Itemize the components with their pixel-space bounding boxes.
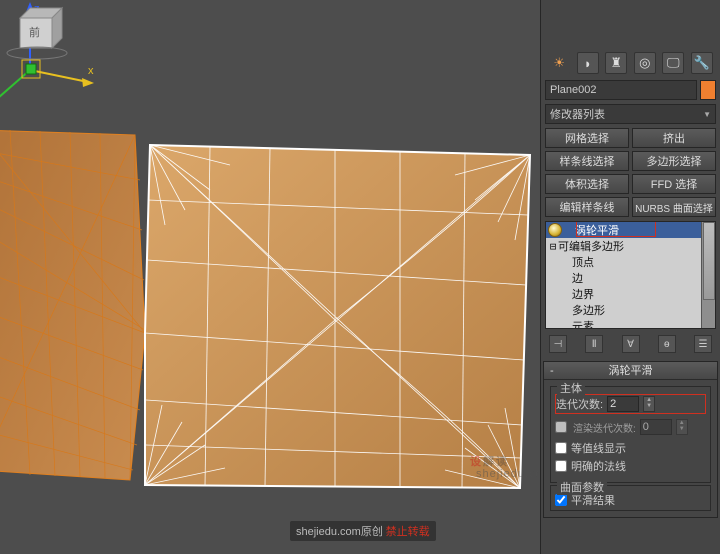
row-render-iterations: 渲染迭代次数: ▲▼ (555, 417, 706, 437)
stack-label: 可编辑多边形 (558, 238, 624, 254)
viewport[interactable]: z x y 前 设解读 shejiedu.com shejiedu.com原创 … (0, 0, 540, 554)
row-iterations: 迭代次数: ▲▼ (555, 394, 706, 414)
stack-item-editable-poly[interactable]: ⊟ 可编辑多边形 (546, 238, 715, 254)
iterations-label: 迭代次数: (556, 396, 603, 412)
command-panel: ☀ ◗ ♜ ◎ 🖵 🔧 修改器列表 网格选择 挤出 样条线选择 多边形选择 体积… (540, 0, 720, 554)
iterations-input[interactable] (607, 396, 639, 412)
panel-category-tabs: ☀ ◗ ♜ ◎ 🖵 🔧 (541, 48, 720, 78)
render-iter-spinner[interactable]: ▲▼ (676, 419, 688, 435)
configure-sets-icon[interactable]: ☰ (694, 335, 712, 353)
iterations-spinner[interactable]: ▲▼ (643, 396, 655, 412)
stack-sub-vertex[interactable]: 顶点 (546, 254, 715, 270)
stack-sub-polygon[interactable]: 多边形 (546, 302, 715, 318)
stack-toolbar: ⊣ Ⅱ ∀ ɵ ☰ (541, 331, 720, 357)
watermark-footer: shejiedu.com原创 禁止转载 (290, 521, 436, 541)
isoline-checkbox[interactable] (555, 442, 567, 454)
modifier-stack[interactable]: 涡轮平滑 ⊟ 可编辑多边形 顶点 边 边界 多边形 元素 (545, 221, 716, 329)
sun-icon[interactable]: ☀ (548, 52, 570, 74)
render-iter-checkbox[interactable] (555, 421, 567, 433)
btn-ffd-select[interactable]: FFD 选择 (632, 174, 716, 194)
stack-scrollbar[interactable] (701, 222, 715, 328)
btn-extrude[interactable]: 挤出 (632, 128, 716, 148)
rollout-header[interactable]: - 涡轮平滑 (544, 362, 717, 380)
rollout-turbosmooth: - 涡轮平滑 主体 迭代次数: ▲▼ 渲染迭代次数: ▲▼ (543, 361, 718, 518)
modifier-list-label: 修改器列表 (550, 106, 605, 122)
pin-stack-icon[interactable]: ⊣ (549, 335, 567, 353)
explicit-normals-label: 明确的法线 (571, 458, 626, 474)
collapse-icon[interactable]: ⊟ (548, 240, 558, 253)
group-surface: 曲面参数 平滑结果 (550, 485, 711, 511)
motion-tab-icon[interactable]: ◎ (634, 52, 656, 74)
minus-icon: - (550, 362, 554, 380)
btn-vol-select[interactable]: 体积选择 (545, 174, 629, 194)
smooth-result-checkbox[interactable] (555, 494, 567, 506)
stack-sub-border[interactable]: 边界 (546, 286, 715, 302)
utilities-tab-icon[interactable]: 🔧 (691, 52, 713, 74)
stack-label: 涡轮平滑 (575, 222, 619, 238)
display-tab-icon[interactable]: 🖵 (662, 52, 684, 74)
stack-item-turbosmooth[interactable]: 涡轮平滑 (546, 222, 715, 238)
modifier-list-dropdown[interactable]: 修改器列表 (545, 104, 716, 124)
show-end-result-icon[interactable]: Ⅱ (585, 335, 603, 353)
stack-sub-element[interactable]: 元素 (546, 318, 715, 329)
btn-mesh-select[interactable]: 网格选择 (545, 128, 629, 148)
btn-poly-select[interactable]: 多边形选择 (632, 151, 716, 171)
btn-nurbs-surf[interactable]: NURBS 曲面选择 (632, 197, 716, 217)
stack-sub-edge[interactable]: 边 (546, 270, 715, 286)
btn-spline-select[interactable]: 样条线选择 (545, 151, 629, 171)
modify-tab-icon[interactable]: ◗ (577, 52, 599, 74)
explicit-normals-checkbox[interactable] (555, 460, 567, 472)
row-explicit-normals: 明确的法线 (555, 458, 706, 474)
render-iter-label: 渲染迭代次数: (573, 420, 636, 435)
lightbulb-icon[interactable] (548, 223, 562, 237)
mesh-wireframe (0, 0, 540, 554)
isoline-label: 等值线显示 (571, 440, 626, 456)
object-name-input[interactable] (545, 80, 697, 100)
object-color-swatch[interactable] (700, 80, 716, 100)
render-iter-input[interactable] (640, 419, 672, 435)
group-main: 主体 迭代次数: ▲▼ 渲染迭代次数: ▲▼ 等值线显示 (550, 386, 711, 483)
row-isoline: 等值线显示 (555, 440, 706, 456)
make-unique-icon[interactable]: ∀ (622, 335, 640, 353)
remove-modifier-icon[interactable]: ɵ (658, 335, 676, 353)
btn-edit-spline[interactable]: 编辑样条线 (545, 197, 629, 217)
hierarchy-tab-icon[interactable]: ♜ (605, 52, 627, 74)
